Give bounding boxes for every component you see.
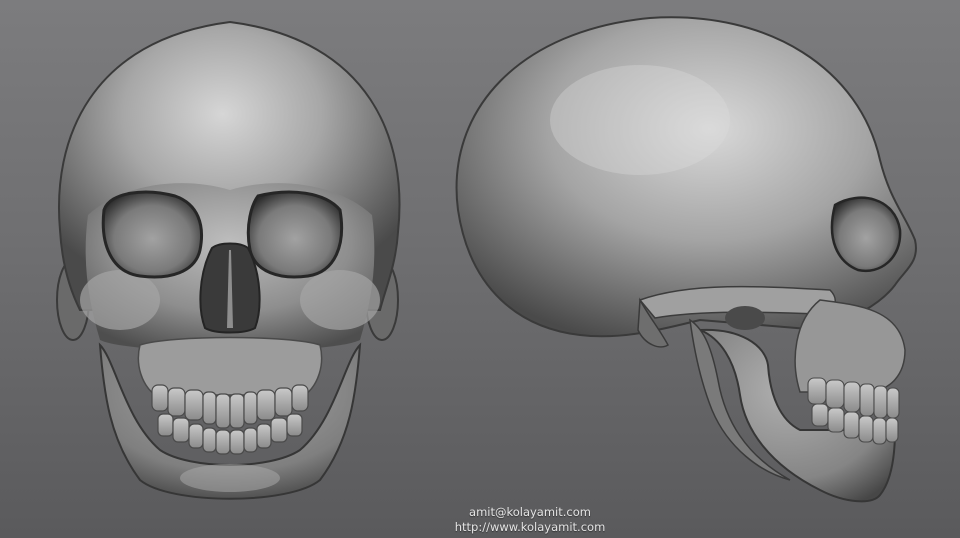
credit-website: http://www.kolayamit.com: [454, 520, 606, 534]
skull-front-view: [56, 20, 401, 500]
credits: amit@kolayamit.com http://www.kolayamit.…: [400, 505, 660, 535]
render-artwork: [56, 16, 917, 503]
credit-email: amit@kolayamit.com: [469, 505, 591, 519]
skull-side-view: [455, 16, 917, 503]
render-canvas: amit@kolayamit.com http://www.kolayamit.…: [0, 0, 960, 538]
